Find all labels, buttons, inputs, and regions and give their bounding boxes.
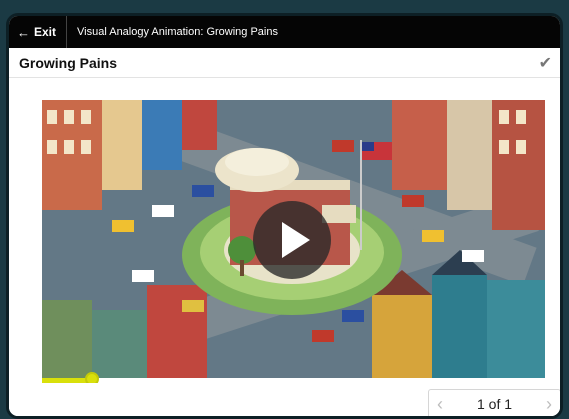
arrow-left-icon: ← (17, 24, 30, 40)
exit-button[interactable]: ← Exit (9, 16, 68, 48)
top-bar: ← Exit Visual Analogy Animation: Growing… (9, 16, 560, 48)
progress-handle[interactable] (85, 372, 100, 383)
checkmark-icon: ✔ (538, 54, 552, 72)
page-counter: 1 of 1 (476, 396, 513, 412)
play-button[interactable] (253, 201, 331, 279)
video-player[interactable] (42, 100, 545, 383)
chevron-right-icon[interactable]: › (538, 394, 560, 415)
pager: ‹ 1 of 1 › (428, 389, 560, 416)
chevron-left-icon[interactable]: ‹ (429, 394, 451, 415)
page-header: Growing Pains ✔ (9, 48, 560, 78)
activity-title: Visual Analogy Animation: Growing Pains (77, 26, 278, 38)
content-area: ‹ 1 of 1 › (9, 78, 560, 416)
page-title: Growing Pains (19, 54, 118, 71)
video-progress-bar[interactable] (42, 372, 545, 383)
play-icon (282, 222, 310, 258)
app-window: ← Exit Visual Analogy Animation: Growing… (6, 13, 563, 419)
exit-label: Exit (34, 25, 57, 39)
